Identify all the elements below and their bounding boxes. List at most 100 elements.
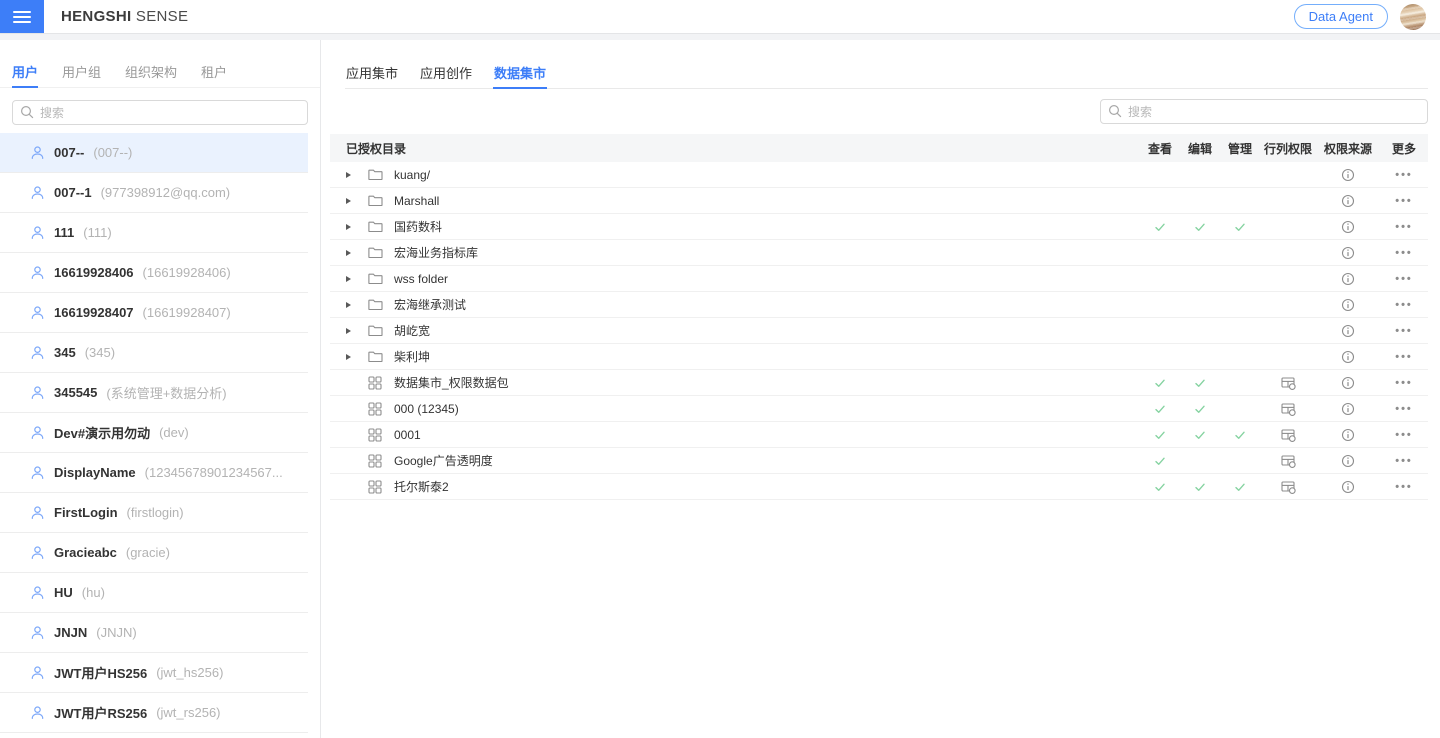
user-list-item[interactable]: FirstLogin(firstlogin) <box>0 493 308 533</box>
sidebar-tab-2[interactable]: 组织架构 <box>125 58 177 88</box>
more-actions-button[interactable]: ••• <box>1395 481 1413 493</box>
sidebar-tab-3[interactable]: 租户 <box>201 58 227 88</box>
user-icon <box>30 625 45 640</box>
rowcol-permission-icon[interactable] <box>1281 402 1296 416</box>
table-row[interactable]: 托尔斯泰2••• <box>330 474 1428 500</box>
more-actions-button[interactable]: ••• <box>1395 195 1413 207</box>
rowcol-permission-icon[interactable] <box>1281 376 1296 390</box>
dataset-package-icon <box>368 428 382 442</box>
permission-source-info-icon[interactable] <box>1341 324 1355 338</box>
permission-source-info-icon[interactable] <box>1341 272 1355 286</box>
table-search-input[interactable] <box>1100 99 1428 124</box>
table-row[interactable]: 柴利坤••• <box>330 344 1428 370</box>
permission-source-info-icon[interactable] <box>1341 376 1355 390</box>
row-name: Marshall <box>394 194 439 208</box>
more-actions-button[interactable]: ••• <box>1395 299 1413 311</box>
permission-source-info-icon[interactable] <box>1341 402 1355 416</box>
permission-source-info-icon[interactable] <box>1341 194 1355 208</box>
expand-arrow-icon[interactable] <box>346 276 351 282</box>
user-name: 007-- <box>54 145 84 160</box>
permission-source-info-icon[interactable] <box>1341 480 1355 494</box>
user-name: 16619928406 <box>54 265 134 280</box>
sidebar: 用户用户组组织架构租户 007--(007--)007--1(977398912… <box>0 40 321 738</box>
more-actions-button[interactable]: ••• <box>1395 429 1413 441</box>
user-list-item[interactable]: Dev#演示用勿动(dev) <box>0 413 308 453</box>
user-list-item[interactable]: HU(hu) <box>0 573 308 613</box>
user-list-item[interactable]: 007--1(977398912@qq.com) <box>0 173 308 213</box>
more-actions-button[interactable]: ••• <box>1395 403 1413 415</box>
user-list-item[interactable]: DisplayName(12345678901234567... <box>0 453 308 493</box>
permission-source-info-icon[interactable] <box>1341 246 1355 260</box>
user-list-item[interactable]: JWT用户RS256(jwt_rs256) <box>0 693 308 733</box>
user-login: (111) <box>83 225 111 240</box>
expand-arrow-icon[interactable] <box>346 172 351 178</box>
user-list-item[interactable]: 345(345) <box>0 333 308 373</box>
user-list-item[interactable]: 345545(系统管理+数据分析) <box>0 373 308 413</box>
main-tab-0[interactable]: 应用集市 <box>345 58 399 89</box>
table-row[interactable]: 宏海继承测试••• <box>330 292 1428 318</box>
more-actions-button[interactable]: ••• <box>1395 325 1413 337</box>
main-tab-2[interactable]: 数据集市 <box>493 58 547 89</box>
expand-arrow-icon[interactable] <box>346 302 351 308</box>
sidebar-tab-0[interactable]: 用户 <box>12 58 38 88</box>
manage-check-icon <box>1233 220 1247 234</box>
more-actions-button[interactable]: ••• <box>1395 377 1413 389</box>
table-row[interactable]: 胡屹宽••• <box>330 318 1428 344</box>
user-login: (977398912@qq.com) <box>101 185 231 200</box>
permission-source-info-icon[interactable] <box>1341 168 1355 182</box>
table-row[interactable]: 0001••• <box>330 422 1428 448</box>
data-agent-button[interactable]: Data Agent <box>1294 4 1388 29</box>
permission-source-info-icon[interactable] <box>1341 220 1355 234</box>
table-row[interactable]: wss folder••• <box>330 266 1428 292</box>
hamburger-menu-button[interactable] <box>0 0 44 33</box>
rowcol-permission-icon[interactable] <box>1281 480 1296 494</box>
more-actions-button[interactable]: ••• <box>1395 247 1413 259</box>
permission-source-info-icon[interactable] <box>1341 350 1355 364</box>
expand-arrow-icon[interactable] <box>346 250 351 256</box>
user-list-item[interactable]: 16619928407(16619928407) <box>0 293 308 333</box>
row-name: 国药数科 <box>394 218 442 235</box>
user-icon <box>30 385 45 400</box>
more-actions-button[interactable]: ••• <box>1395 455 1413 467</box>
rowcol-permission-icon[interactable] <box>1281 428 1296 442</box>
table-row[interactable]: 000 (12345)••• <box>330 396 1428 422</box>
more-actions-button[interactable]: ••• <box>1395 169 1413 181</box>
view-check-icon <box>1153 402 1167 416</box>
expand-arrow-icon[interactable] <box>346 224 351 230</box>
permission-source-info-icon[interactable] <box>1341 454 1355 468</box>
main-tab-1[interactable]: 应用创作 <box>419 58 473 89</box>
user-list-item[interactable]: JNJN(JNJN) <box>0 613 308 653</box>
expand-arrow-icon[interactable] <box>346 328 351 334</box>
table-row[interactable]: 宏海业务指标库 ••• <box>330 240 1428 266</box>
more-actions-button[interactable]: ••• <box>1395 351 1413 363</box>
permission-source-info-icon[interactable] <box>1341 428 1355 442</box>
table-row[interactable]: kuang/••• <box>330 162 1428 188</box>
user-name: JWT用户HS256 <box>54 663 147 682</box>
rowcol-permission-icon[interactable] <box>1281 454 1296 468</box>
user-list-item[interactable]: 111(111) <box>0 213 308 253</box>
table-row[interactable]: 数据集市_权限数据包••• <box>330 370 1428 396</box>
manage-check-icon <box>1233 480 1247 494</box>
edit-check-icon <box>1193 428 1207 442</box>
user-name: Gracieabc <box>54 545 117 560</box>
column-header-rowcol-permission: 行列权限 <box>1260 140 1316 157</box>
table-row[interactable]: Marshall ••• <box>330 188 1428 214</box>
permission-source-info-icon[interactable] <box>1341 298 1355 312</box>
user-list-item[interactable]: JWT用户HS256(jwt_hs256) <box>0 653 308 693</box>
table-row[interactable]: Google广告透明度••• <box>330 448 1428 474</box>
row-name: 宏海业务指标库 <box>394 244 478 261</box>
more-actions-button[interactable]: ••• <box>1395 221 1413 233</box>
expand-arrow-icon[interactable] <box>346 198 351 204</box>
user-list-item[interactable]: 007--(007--) <box>0 133 308 173</box>
user-name: JNJN <box>54 625 87 640</box>
more-actions-button[interactable]: ••• <box>1395 273 1413 285</box>
sidebar-tab-1[interactable]: 用户组 <box>62 58 101 88</box>
table-row[interactable]: 国药数科 ••• <box>330 214 1428 240</box>
user-icon <box>30 145 45 160</box>
sidebar-search-input[interactable] <box>12 100 308 125</box>
expand-arrow-icon[interactable] <box>346 354 351 360</box>
user-list-item[interactable]: Gracieabc(gracie) <box>0 533 308 573</box>
user-avatar[interactable] <box>1400 4 1426 30</box>
column-header-permission-source: 权限来源 <box>1316 140 1380 157</box>
user-list-item[interactable]: 16619928406(16619928406) <box>0 253 308 293</box>
